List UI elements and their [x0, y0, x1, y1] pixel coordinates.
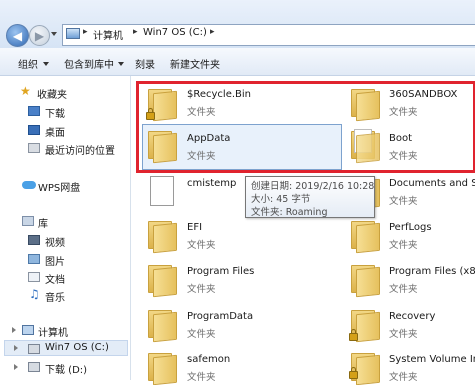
red-annotation-box — [136, 81, 475, 173]
file-type: 文件夹 — [389, 240, 418, 251]
include-in-library-button[interactable]: 包含到库中 — [64, 56, 114, 71]
tooltip-created-date: 创建日期: 2019/2/16 10:28 — [251, 181, 375, 192]
back-button[interactable]: ◀ — [6, 24, 29, 47]
file-type: 文件夹 — [389, 284, 418, 295]
computer-icon — [66, 28, 80, 39]
computer-icon — [22, 325, 34, 335]
breadcrumb-separator-icon[interactable]: ▸ — [83, 27, 88, 37]
breadcrumb-drive-c[interactable]: Win7 OS (C:) — [143, 27, 207, 38]
expand-drive-d-icon[interactable] — [14, 364, 18, 370]
expand-drive-c-icon[interactable] — [14, 345, 18, 351]
tooltip-size: 大小: 45 字节 — [251, 194, 311, 205]
burn-button[interactable]: 刻录 — [135, 56, 155, 71]
file-name-program-files[interactable]: Program Files — [187, 266, 254, 277]
folder-icon — [348, 262, 382, 298]
pictures-icon — [28, 254, 40, 264]
file-type: 文件夹 — [187, 284, 216, 295]
sidebar-item-pictures[interactable]: 图片 — [45, 253, 65, 268]
music-note-icon: ♫ — [29, 287, 40, 301]
file-type: 文件夹 — [187, 240, 216, 251]
forward-arrow-icon: ▶ — [34, 28, 45, 43]
organize-button[interactable]: 组织 — [18, 56, 38, 71]
forward-button[interactable]: ▶ — [29, 25, 50, 46]
folder-icon — [145, 307, 179, 343]
folder-icon — [145, 262, 179, 298]
sidebar-libraries[interactable]: 库 — [38, 215, 48, 230]
sidebar-item-drive-c[interactable]: Win7 OS (C:) — [45, 342, 109, 353]
folder-icon — [348, 218, 382, 254]
sidebar-item-desktop[interactable]: 桌面 — [45, 124, 65, 139]
file-name-documents-and-settings[interactable]: Documents and Se — [389, 178, 475, 189]
sidebar-item-videos[interactable]: 视频 — [45, 234, 65, 249]
file-type: 文件夹 — [187, 329, 216, 340]
recent-places-icon — [28, 143, 40, 153]
sidebar-item-recent-places[interactable]: 最近访问的位置 — [45, 142, 115, 157]
drive-icon — [28, 344, 40, 354]
sidebar-item-downloads[interactable]: 下载 — [45, 105, 65, 120]
file-type: 文件夹 — [389, 372, 418, 383]
file-name-efi[interactable]: EFI — [187, 222, 202, 233]
file-name-perflogs[interactable]: PerfLogs — [389, 222, 432, 233]
documents-icon — [28, 272, 40, 282]
breadcrumb-separator-icon[interactable]: ▸ — [133, 27, 138, 37]
breadcrumb-separator-icon[interactable]: ▸ — [210, 27, 215, 37]
videos-icon — [28, 235, 40, 245]
back-arrow-icon: ◀ — [12, 28, 23, 43]
organize-dropdown-icon — [43, 62, 49, 66]
include-dropdown-icon — [118, 62, 124, 66]
folder-icon — [145, 350, 179, 385]
file-name-system-volume-information[interactable]: System Volume Inf — [389, 354, 475, 365]
file-name-cmistemp[interactable]: cmistemp — [187, 178, 236, 189]
libraries-icon — [22, 216, 34, 226]
file-name-program-files-x86[interactable]: Program Files (x86 — [389, 266, 475, 277]
desktop-icon — [28, 125, 40, 135]
tooltip-folder: 文件夹: Roaming — [251, 207, 328, 218]
sidebar-wps-drive[interactable]: WPS网盘 — [38, 179, 80, 194]
file-type: 文件夹 — [389, 329, 418, 340]
folder-icon — [145, 218, 179, 254]
recent-pages-dropdown-icon[interactable] — [51, 32, 57, 36]
lock-icon — [349, 367, 358, 379]
new-folder-button[interactable]: 新建文件夹 — [170, 56, 220, 71]
file-name-recovery[interactable]: Recovery — [389, 311, 435, 322]
lock-icon — [349, 329, 358, 341]
sidebar-computer[interactable]: 计算机 — [38, 324, 68, 339]
breadcrumb-computer[interactable]: 计算机 — [93, 27, 123, 42]
sidebar-item-documents[interactable]: 文档 — [45, 271, 65, 286]
file-name-safemon[interactable]: safemon — [187, 354, 230, 365]
wps-cloud-icon — [22, 181, 36, 189]
address-path-box[interactable] — [62, 24, 475, 46]
drive-icon — [28, 362, 40, 372]
file-type: 文件夹 — [389, 196, 418, 207]
sidebar-item-drive-d[interactable]: 下载 (D:) — [45, 361, 87, 376]
sidebar-item-music[interactable]: 音乐 — [45, 289, 65, 304]
expand-computer-icon[interactable] — [12, 327, 16, 333]
downloads-icon — [28, 106, 40, 116]
file-type: 文件夹 — [187, 372, 216, 383]
file-name-programdata[interactable]: ProgramData — [187, 311, 253, 322]
favorites-star-icon: ★ — [20, 84, 31, 98]
sidebar-favorites[interactable]: 收藏夹 — [37, 86, 67, 101]
document-icon — [150, 176, 174, 206]
